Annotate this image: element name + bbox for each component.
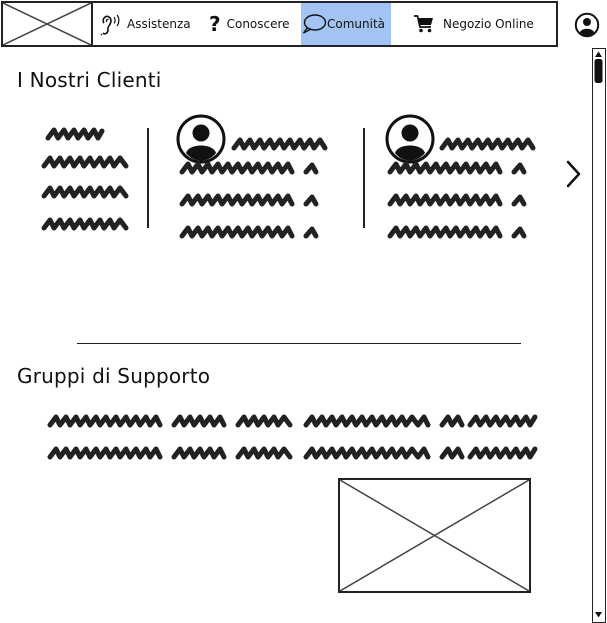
nav-item-comunita[interactable]: Comunità: [301, 3, 391, 45]
image-placeholder: [338, 478, 531, 593]
nav-label: Comunità: [327, 17, 386, 31]
column-separator: [363, 128, 365, 228]
nav-item-negozio-online[interactable]: Negozio Online: [391, 3, 556, 45]
client-text-block: [178, 128, 328, 244]
nav-label: Conoscere: [226, 17, 290, 31]
shopping-cart-icon: [413, 14, 435, 34]
client-text-block: [40, 124, 132, 238]
carousel-next-chevron-icon[interactable]: [562, 158, 584, 190]
scroll-thumb: [594, 59, 603, 83]
column-separator: [147, 128, 149, 228]
support-section-title: Gruppi di Supporto: [17, 364, 211, 388]
scroll-down-arrow-icon: [595, 612, 602, 618]
scroll-up-arrow-icon: [595, 51, 602, 57]
user-avatar-icon[interactable]: [574, 12, 600, 38]
ear-icon: [99, 11, 123, 37]
question-mark-icon: ?: [209, 12, 221, 36]
speech-bubble-icon: [301, 13, 327, 35]
clients-section-title: I Nostri Clienti: [17, 68, 162, 92]
logo-placeholder[interactable]: [1, 1, 93, 47]
nav-item-conoscere[interactable]: ? Conoscere: [201, 3, 301, 45]
client-text-block: [386, 128, 536, 244]
nav-item-assistenza[interactable]: Assistenza: [93, 3, 201, 45]
section-divider: [77, 343, 521, 344]
main-nav: Assistenza ? Conoscere Comunità Negozio …: [93, 1, 558, 47]
vertical-scrollbar[interactable]: [592, 48, 606, 623]
nav-label: Negozio Online: [443, 17, 534, 31]
support-text-block: [44, 405, 540, 467]
nav-label: Assistenza: [127, 17, 191, 31]
